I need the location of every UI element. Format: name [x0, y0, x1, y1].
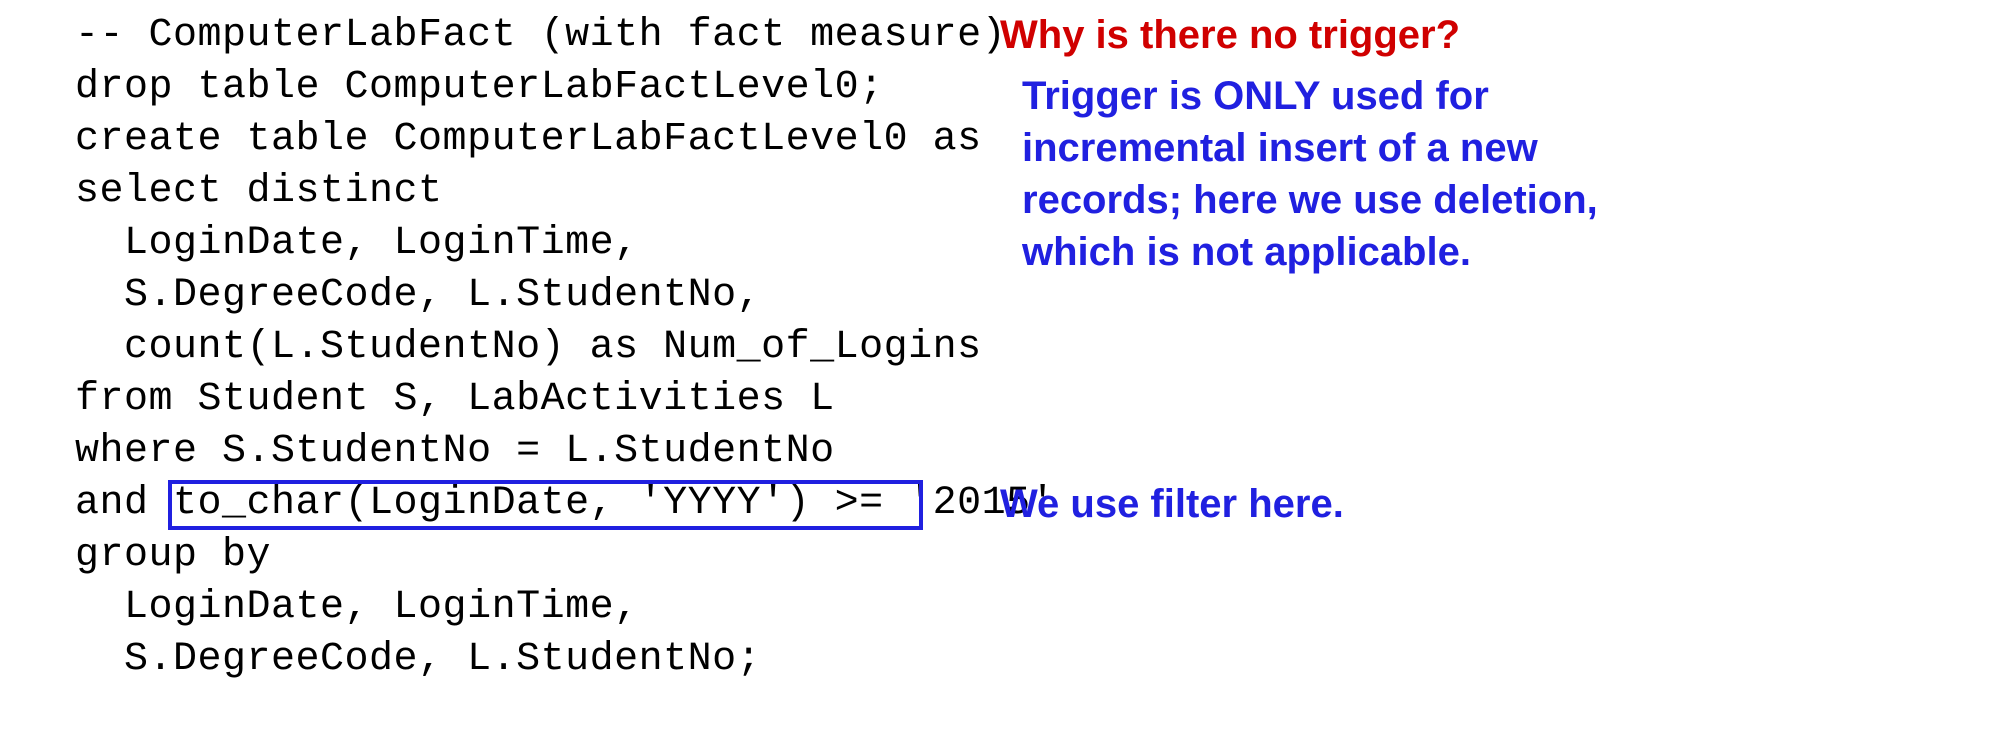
annotation-answer-line: incremental insert of a new	[1022, 122, 1598, 174]
code-line-create: create table ComputerLabFactLevel0 as	[75, 114, 1055, 166]
annotation-question: Why is there no trigger?	[1000, 10, 1598, 60]
code-line-drop: drop table ComputerLabFactLevel0;	[75, 62, 1055, 114]
code-line-gb1: LoginDate, LoginTime,	[75, 582, 1055, 634]
code-line-where: where S.StudentNo = L.StudentNo	[75, 426, 1055, 478]
code-line-comment: -- ComputerLabFact (with fact measure)	[75, 10, 1055, 62]
sql-code-block: -- ComputerLabFact (with fact measure) d…	[75, 10, 1055, 686]
annotation-answer-line: which is not applicable.	[1022, 226, 1598, 278]
code-line-cols1: LoginDate, LoginTime,	[75, 218, 1055, 270]
code-line-cols2: S.DegreeCode, L.StudentNo,	[75, 270, 1055, 322]
code-line-gb2: S.DegreeCode, L.StudentNo;	[75, 634, 1055, 686]
code-line-groupby: group by	[75, 530, 1055, 582]
annotation-answer: Trigger is ONLY used for incremental ins…	[1022, 70, 1598, 278]
code-line-select: select distinct	[75, 166, 1055, 218]
code-line-from: from Student S, LabActivities L	[75, 374, 1055, 426]
annotation-block: Why is there no trigger? Trigger is ONLY…	[1000, 10, 1598, 278]
code-line-and: and to_char(LoginDate, 'YYYY') >= '2015'	[75, 478, 1055, 530]
code-line-count: count(L.StudentNo) as Num_of_Logins	[75, 322, 1055, 374]
annotation-answer-line: Trigger is ONLY used for	[1022, 70, 1598, 122]
annotation-filter-note: We use filter here.	[1000, 482, 1344, 527]
annotation-answer-line: records; here we use deletion,	[1022, 174, 1598, 226]
